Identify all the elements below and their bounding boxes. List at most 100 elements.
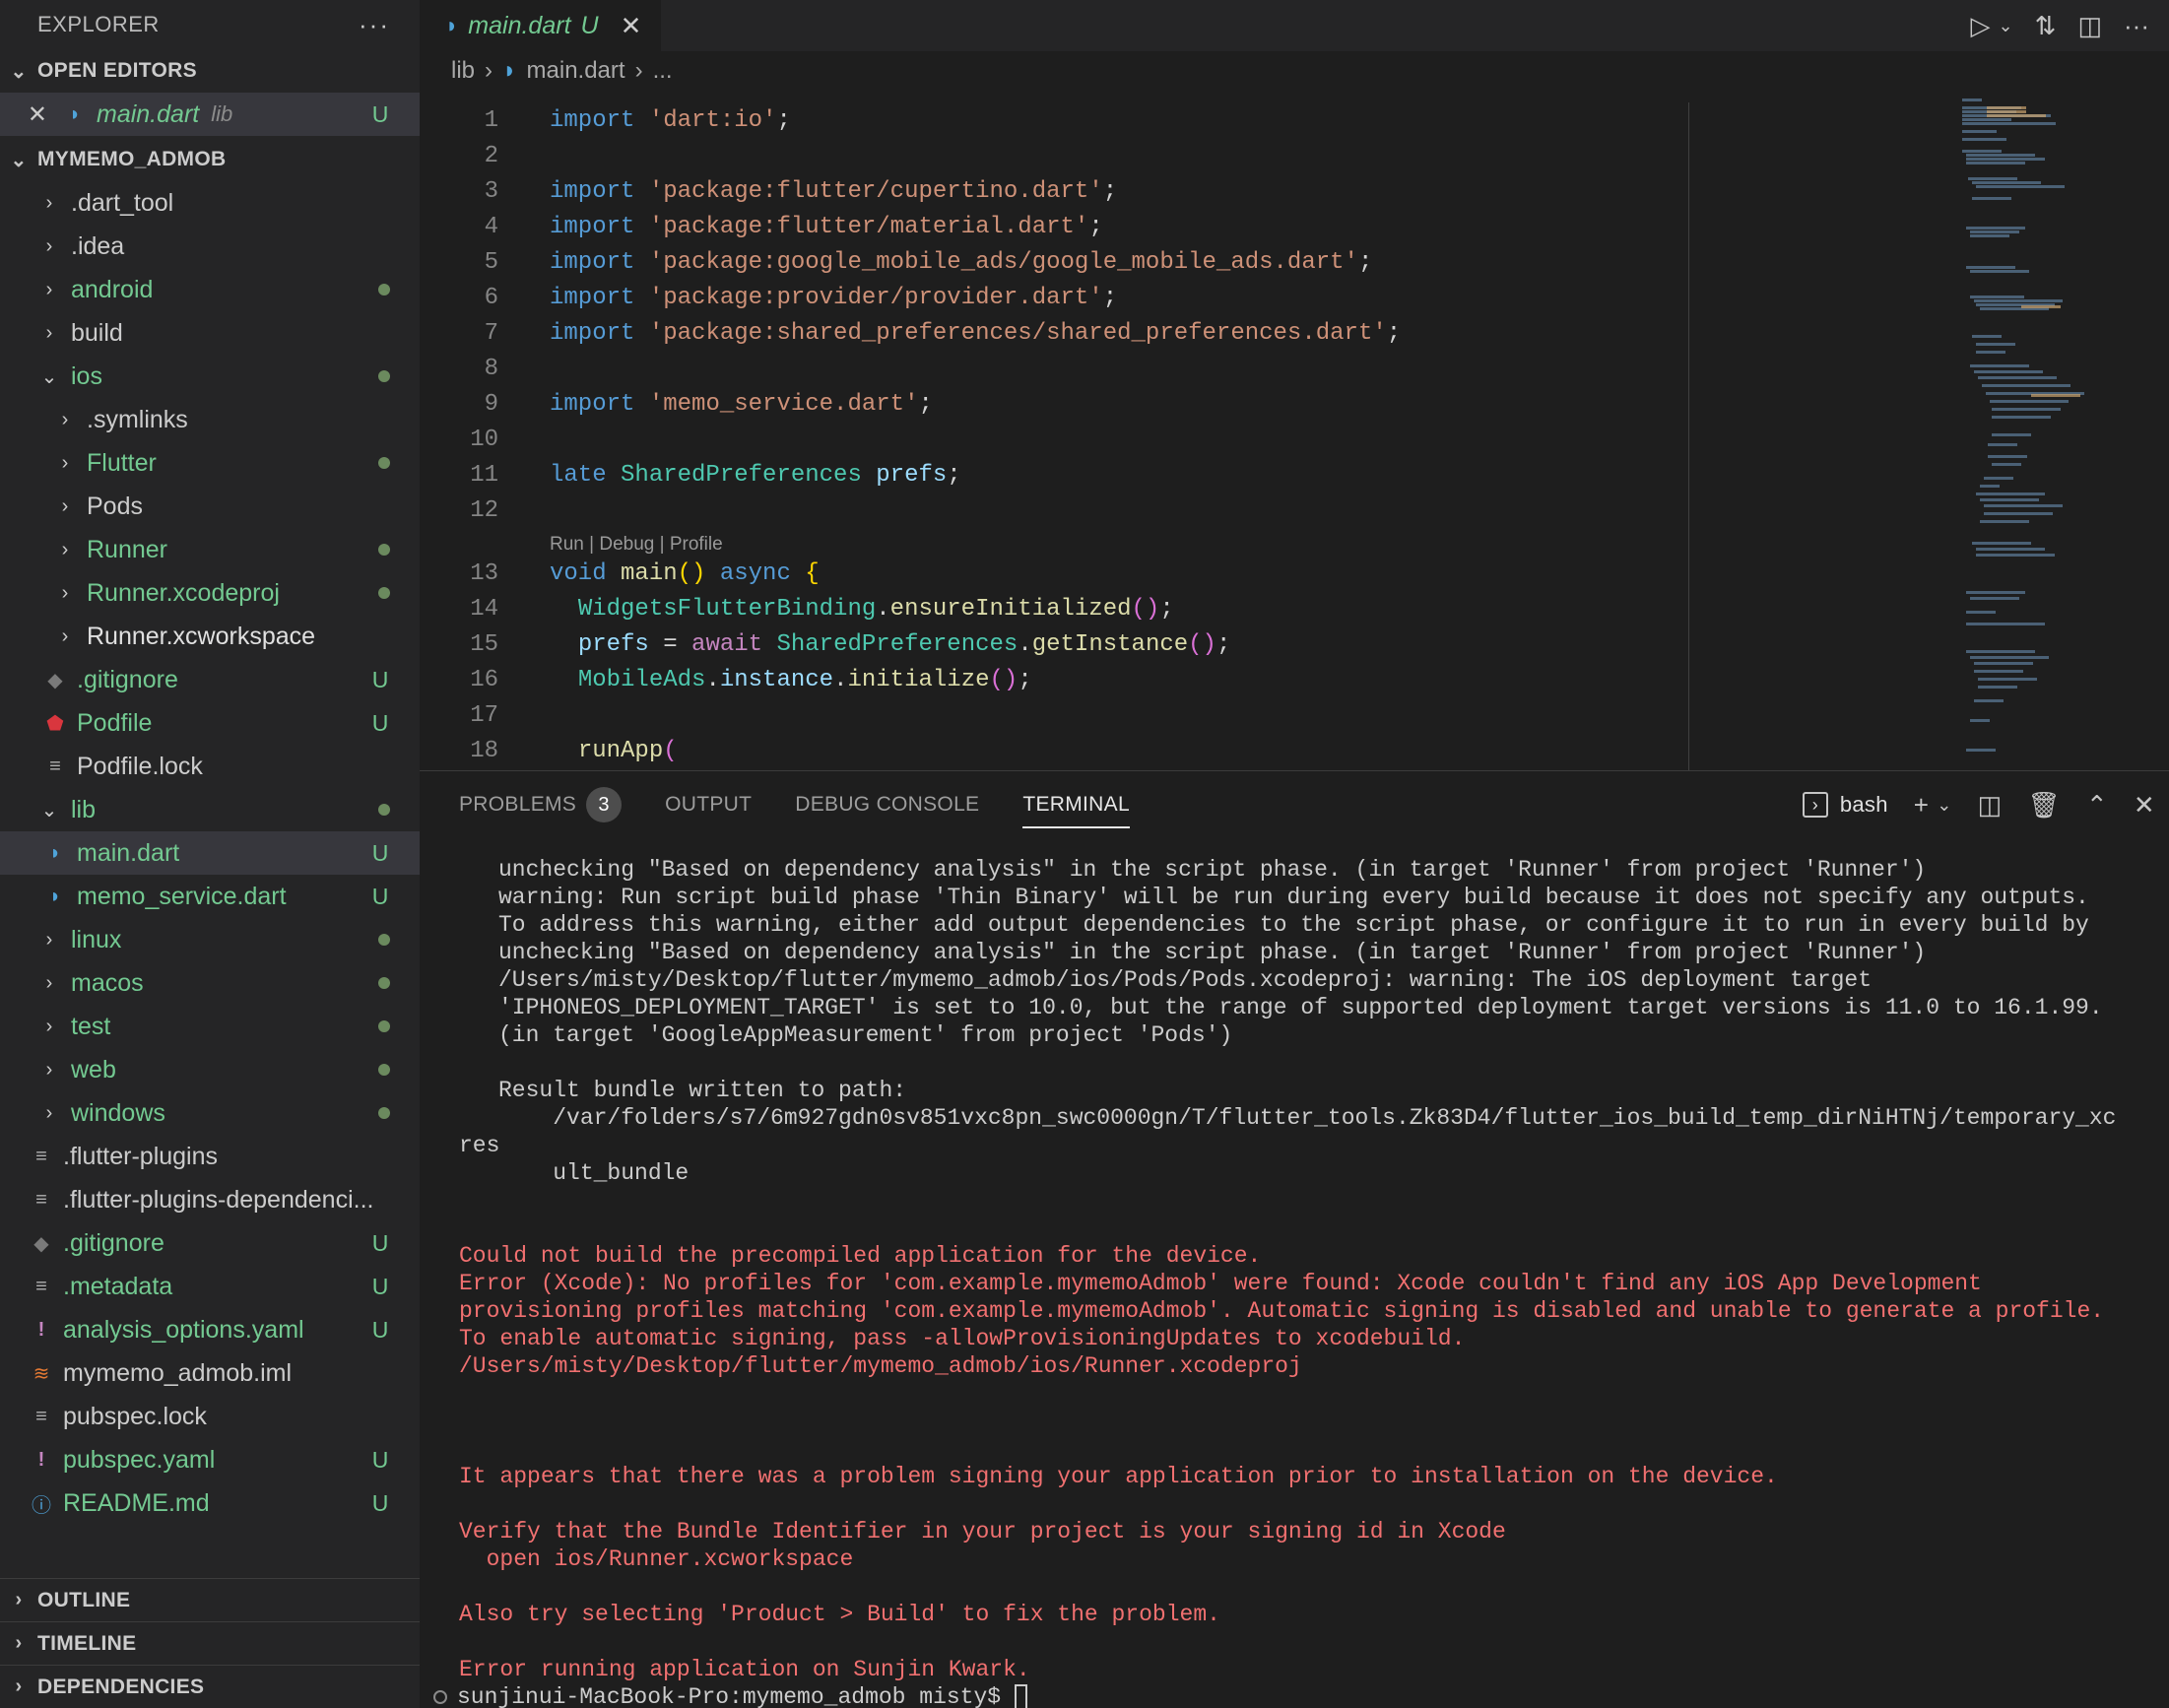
code-editor[interactable]: 1 import 'dart:io'; 2 3 import 'package:fl… bbox=[420, 102, 2169, 770]
close-icon[interactable]: ✕ bbox=[0, 100, 47, 129]
tree-label: mymemo_admob.iml bbox=[63, 1358, 293, 1387]
tree-folder[interactable]: › Runner.xcodeproj bbox=[0, 571, 420, 615]
tab-problems[interactable]: PROBLEMS 3 bbox=[459, 771, 623, 838]
source-control-icon[interactable]: ⇅ bbox=[2035, 11, 2057, 41]
add-terminal-icon[interactable]: + bbox=[1914, 790, 1929, 821]
tree-file[interactable]: ≡ Podfile.lock bbox=[0, 745, 420, 788]
outline-section[interactable]: › OUTLINE bbox=[0, 1578, 420, 1621]
tree-file[interactable]: ⬟ Podfile U bbox=[0, 701, 420, 745]
tree-folder[interactable]: › .idea bbox=[0, 225, 420, 268]
run-icon[interactable]: ▷ bbox=[1971, 11, 1991, 41]
tree-folder[interactable]: ⌄ ios bbox=[0, 355, 420, 398]
tree-folder[interactable]: › web bbox=[0, 1048, 420, 1091]
breadcrumb-more[interactable]: ... bbox=[653, 57, 673, 85]
line-number: 2 bbox=[484, 142, 498, 169]
close-panel-icon[interactable]: ✕ bbox=[2134, 790, 2155, 821]
terminal-output[interactable]: unchecking "Based on dependency analysis… bbox=[433, 856, 2159, 1708]
codelens-run-debug-profile[interactable]: Run | Debug | Profile bbox=[420, 528, 2169, 556]
tree-folder[interactable]: › Pods bbox=[0, 485, 420, 528]
untracked-badge: U bbox=[371, 839, 389, 866]
tree-file[interactable]: ◗ main.dart U bbox=[0, 831, 420, 875]
chevron-down-icon[interactable]: ⌄ bbox=[1999, 16, 2013, 36]
tree-folder[interactable]: › Runner bbox=[0, 528, 420, 571]
timeline-section[interactable]: › TIMELINE bbox=[0, 1621, 420, 1665]
close-icon[interactable]: ✕ bbox=[621, 11, 642, 41]
tree-file[interactable]: ◗ memo_service.dart U bbox=[0, 875, 420, 918]
tab-debug-console[interactable]: DEBUG CONSOLE bbox=[795, 771, 979, 838]
dependencies-section[interactable]: › DEPENDENCIES bbox=[0, 1665, 420, 1708]
tree-folder[interactable]: › android bbox=[0, 268, 420, 311]
untracked-badge: U bbox=[371, 1316, 389, 1343]
panel-actions: › bash + ⌄ ◫ 🗑 ⌃ ✕ bbox=[1802, 790, 2169, 821]
tree-file[interactable]: ◆ .gitignore U bbox=[0, 658, 420, 701]
tree-file[interactable]: ⓘ README.md U bbox=[0, 1481, 420, 1525]
tree-folder[interactable]: › linux bbox=[0, 918, 420, 961]
terminal-line: /Users/misty/Desktop/flutter/mymemo_admo… bbox=[498, 967, 1873, 993]
open-editor-item[interactable]: ✕ ◗ main.dart lib U bbox=[0, 93, 420, 136]
terminal-prompt: sunjinui-MacBook-Pro:mymemo_admob misty$ bbox=[457, 1684, 1015, 1708]
tree-file[interactable]: ≡ .flutter-plugins-dependenci... bbox=[0, 1178, 420, 1221]
tree-folder[interactable]: › .symlinks bbox=[0, 398, 420, 441]
code-line: 9 import 'memo_service.dart'; bbox=[420, 386, 2169, 422]
tree-folder[interactable]: › Flutter bbox=[0, 441, 420, 485]
import-path: 'package:flutter/material.dart' bbox=[648, 213, 1089, 240]
line-number: 6 bbox=[484, 284, 498, 311]
tree-label: Podfile bbox=[77, 708, 153, 737]
tree-folder[interactable]: › .dart_tool bbox=[0, 181, 420, 225]
minimap[interactable] bbox=[1962, 99, 2159, 768]
tree-folder[interactable]: › windows bbox=[0, 1091, 420, 1135]
open-editors-label: OPEN EDITORS bbox=[37, 59, 197, 82]
project-section[interactable]: ⌄ MYMEMO_ADMOB bbox=[0, 138, 420, 181]
tree-file[interactable]: ≡ pubspec.lock bbox=[0, 1395, 420, 1438]
split-terminal-icon[interactable]: ◫ bbox=[1978, 790, 2003, 821]
project-label: MYMEMO_ADMOB bbox=[37, 148, 227, 170]
tree-label: Pods bbox=[87, 492, 143, 520]
tree-folder[interactable]: ⌄ lib bbox=[0, 788, 420, 831]
git-icon: ◆ bbox=[47, 669, 63, 691]
chevron-right-icon: › bbox=[45, 278, 53, 300]
tree-file[interactable]: ≡ .flutter-plugins bbox=[0, 1135, 420, 1178]
tree-label: pubspec.lock bbox=[63, 1402, 207, 1430]
tree-folder[interactable]: › macos bbox=[0, 961, 420, 1005]
bottom-panel: PROBLEMS 3 OUTPUT DEBUG CONSOLE TERMINAL… bbox=[420, 770, 2169, 1708]
tree-label: .flutter-plugins-dependenci... bbox=[63, 1185, 374, 1214]
tab-main-dart[interactable]: ◗ main.dart U ✕ bbox=[420, 0, 662, 51]
more-actions-icon[interactable]: ··· bbox=[359, 10, 390, 40]
import-path: 'package:google_mobile_ads/google_mobile… bbox=[648, 248, 1358, 276]
open-editors-section[interactable]: ⌄ OPEN EDITORS bbox=[0, 49, 420, 93]
code-type: MobileAds bbox=[577, 666, 706, 693]
sidebar-bottom-sections: › OUTLINE › TIMELINE › DEPENDENCIES bbox=[0, 1578, 420, 1708]
tree-folder[interactable]: › Runner.xcworkspace bbox=[0, 615, 420, 658]
tree-file[interactable]: ◆ .gitignore U bbox=[0, 1221, 420, 1265]
chevron-down-icon[interactable]: ⌄ bbox=[1937, 795, 1951, 816]
code-line: 8 bbox=[420, 351, 2169, 386]
text-file-icon: ≡ bbox=[35, 1405, 47, 1427]
breadcrumb-folder[interactable]: lib bbox=[451, 57, 475, 85]
chevron-up-icon[interactable]: ⌃ bbox=[2086, 790, 2108, 821]
tab-label: main.dart bbox=[468, 11, 571, 39]
untracked-badge: U bbox=[371, 100, 389, 127]
tree-label: .dart_tool bbox=[71, 188, 174, 217]
terminal-shell-selector[interactable]: › bash bbox=[1802, 792, 1888, 818]
tree-folder[interactable]: › build bbox=[0, 311, 420, 355]
dart-file-icon: ◗ bbox=[48, 841, 62, 864]
tab-output[interactable]: OUTPUT bbox=[665, 771, 752, 838]
code-type: SharedPreferences bbox=[621, 461, 862, 489]
tree-folder[interactable]: › test bbox=[0, 1005, 420, 1048]
breadcrumb-file[interactable]: main.dart bbox=[527, 57, 625, 85]
more-actions-icon[interactable]: ··· bbox=[2124, 11, 2149, 41]
tree-label: pubspec.yaml bbox=[63, 1445, 216, 1474]
split-editor-icon[interactable]: ◫ bbox=[2077, 11, 2102, 41]
tree-file[interactable]: ! pubspec.yaml U bbox=[0, 1438, 420, 1481]
tab-terminal[interactable]: TERMINAL bbox=[1022, 771, 1130, 838]
untracked-badge: U bbox=[371, 666, 389, 692]
tree-file[interactable]: ≋ mymemo_admob.iml bbox=[0, 1351, 420, 1395]
chevron-down-icon: ⌄ bbox=[40, 365, 58, 388]
tree-file[interactable]: ≡ .metadata U bbox=[0, 1265, 420, 1308]
trash-icon[interactable]: 🗑 bbox=[2028, 790, 2061, 821]
tree-file[interactable]: ! analysis_options.yaml U bbox=[0, 1308, 420, 1351]
terminal-prompt-line[interactable]: sunjinui-MacBook-Pro:mymemo_admob misty$ bbox=[433, 1683, 2159, 1708]
